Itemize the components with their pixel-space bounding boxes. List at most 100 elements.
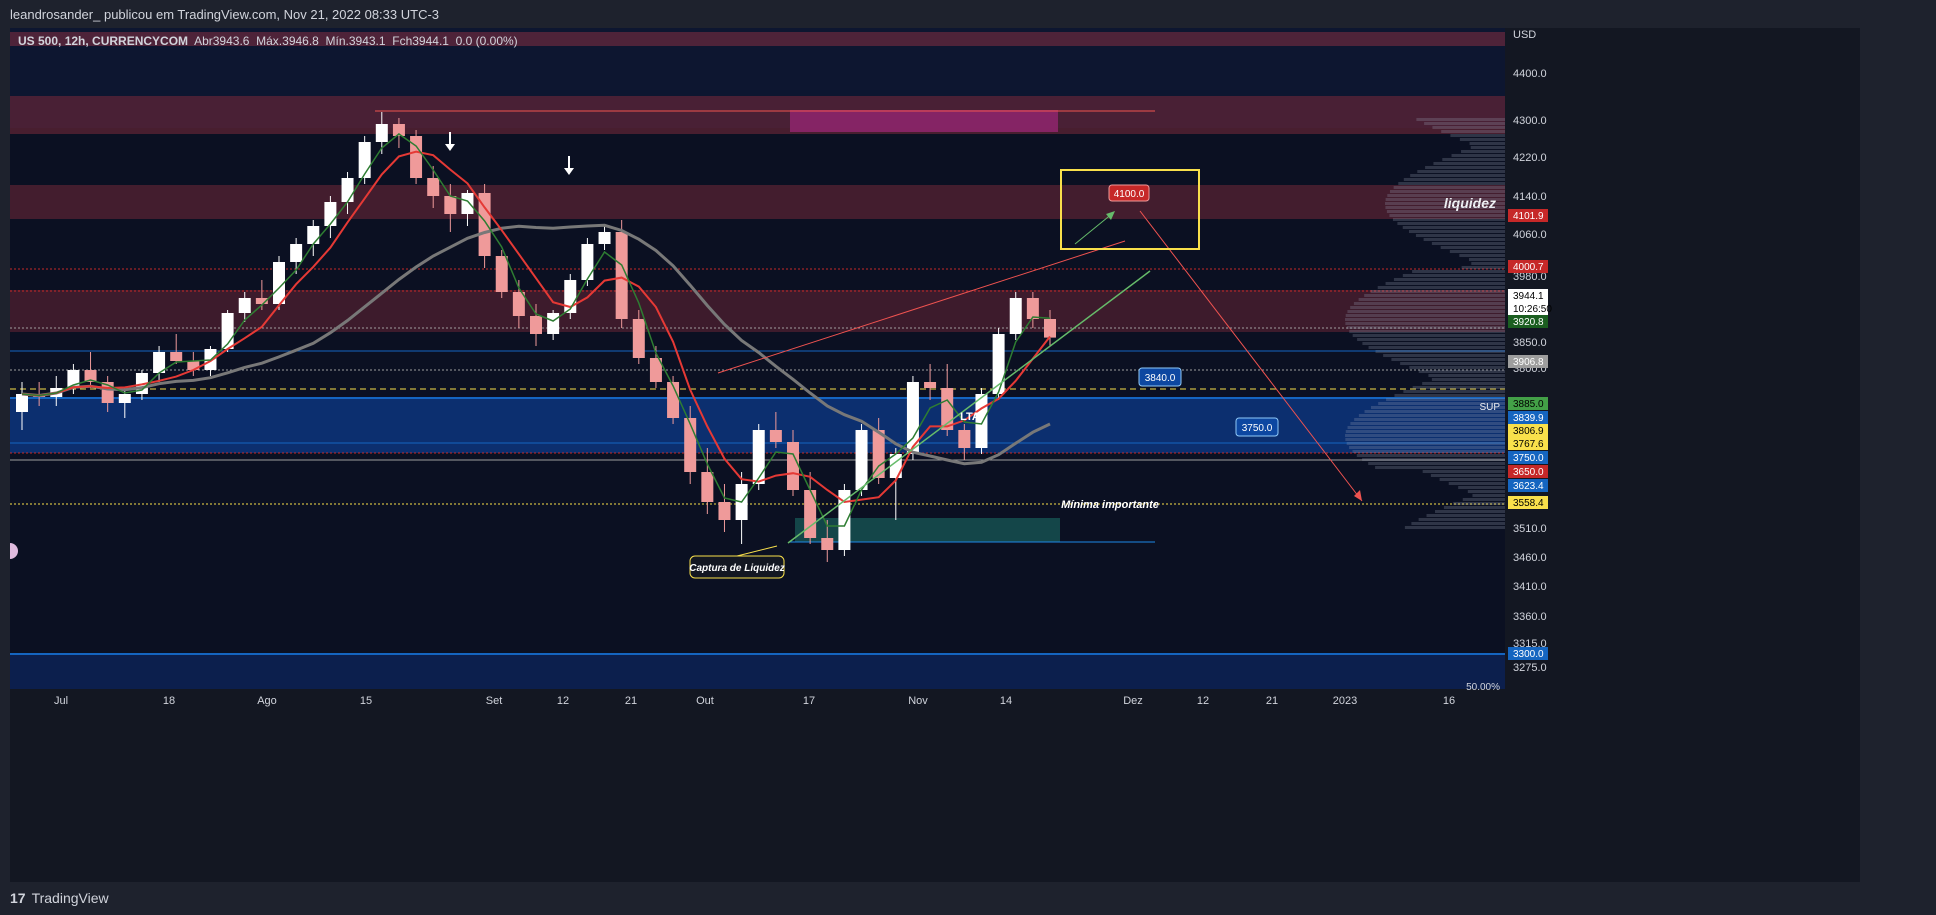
y-tick-label: 4300.0	[1513, 115, 1547, 127]
volume-profile-bar	[1345, 322, 1505, 325]
volume-profile-bar	[1362, 458, 1505, 461]
volume-profile-bar	[1352, 334, 1505, 337]
resistance-zone-4300	[10, 96, 1505, 134]
volume-profile-bar	[1347, 310, 1505, 313]
candle-body	[324, 202, 337, 226]
candle-body	[787, 442, 799, 490]
low-value: 3943.1	[348, 34, 386, 48]
price-badge-label: 3650.0	[1513, 467, 1544, 478]
volume-profile-bar	[1467, 490, 1505, 493]
tradingview-brand[interactable]: 17 TradingView	[10, 890, 109, 906]
price-badge-label: 3767.6	[1513, 439, 1544, 450]
x-tick-label: 18	[163, 695, 175, 707]
volume-profile-bar	[1356, 454, 1505, 457]
candle-body	[1009, 298, 1022, 334]
y-tick-label: 3510.0	[1513, 523, 1547, 535]
target-up-label: 4100.0	[1114, 189, 1145, 200]
footer: 17 TradingView	[0, 882, 1936, 915]
price-badge-label: 4101.9	[1513, 211, 1544, 222]
volume-profile-bar	[1402, 274, 1505, 277]
support-zone-3300	[10, 654, 1505, 689]
volume-profile-bar	[1412, 386, 1505, 389]
candle-body	[598, 232, 611, 244]
volume-profile-bar	[1458, 486, 1505, 489]
volume-profile-bar	[1461, 150, 1505, 153]
resistance-zone-4120	[10, 185, 1505, 219]
volume-profile-bar	[1398, 182, 1505, 185]
liquidity-capture-zone	[795, 518, 1060, 542]
y-tick-label: 3850.0	[1513, 337, 1547, 349]
volume-profile-bar	[1423, 238, 1505, 241]
candle-body	[821, 538, 834, 550]
currency-label: USD	[1513, 29, 1536, 41]
volume-profile-bar	[1418, 370, 1505, 373]
x-tick-label: 14	[1000, 695, 1012, 707]
y-tick-label: 3410.0	[1513, 581, 1547, 593]
important-low-label: Mínima importante	[1061, 499, 1159, 511]
candle-body	[341, 178, 354, 202]
price-badge-label: 3300.0	[1513, 649, 1544, 660]
volume-profile-bar	[1345, 434, 1505, 437]
candle-body	[547, 313, 560, 334]
volume-profile-bar	[1391, 358, 1505, 361]
time-axis-background	[10, 689, 1505, 882]
symbol-legend: US 500, 12h, CURRENCYCOM Abr3943.6 Máx.3…	[18, 34, 518, 48]
volume-profile-bar	[1422, 470, 1505, 473]
volume-profile-bar	[1461, 266, 1505, 269]
volume-profile-bar	[1400, 362, 1505, 365]
candle-body	[769, 430, 782, 442]
volume-profile-bar	[1440, 246, 1505, 249]
volume-profile-bar	[1430, 474, 1505, 477]
volume-profile-bar	[1468, 258, 1505, 261]
volume-profile-bar	[1459, 138, 1505, 141]
volume-profile-bar	[1386, 398, 1505, 401]
volume-profile-bar	[1375, 466, 1505, 469]
y-tick-label: 4220.0	[1513, 152, 1547, 164]
target-mid-label: 3840.0	[1145, 373, 1176, 384]
volume-profile-bar	[1385, 206, 1505, 209]
high-value: 3946.8	[282, 34, 319, 48]
candle-body	[718, 502, 731, 520]
price-badge-label: 3944.1	[1513, 291, 1544, 302]
candle-body	[1044, 319, 1056, 338]
volume-profile-bar	[1346, 326, 1505, 329]
volume-profile-bar	[1392, 218, 1505, 221]
chart-svg[interactable]: 4100.03840.03750.0liquidezSUPLTAMínima i…	[10, 28, 1860, 882]
candle-body	[16, 394, 28, 412]
volume-profile-bar	[1417, 170, 1505, 173]
price-badge-label: 3750.0	[1513, 453, 1544, 464]
open-value: 3943.6	[212, 34, 250, 48]
volume-profile-bar	[1434, 510, 1505, 513]
tradingview-logo-icon: 17	[10, 890, 26, 906]
symbol-name: US 500, 12h, CURRENCYCOM	[18, 34, 189, 48]
x-tick-label: 17	[803, 695, 815, 707]
price-badge-label: 3623.4	[1513, 481, 1544, 492]
volume-profile-bar	[1425, 166, 1505, 169]
high-label: Máx.	[256, 34, 283, 48]
candle-body	[358, 142, 371, 178]
price-badge-label: 4000.7	[1513, 262, 1544, 273]
volume-profile-bar	[1402, 226, 1505, 229]
volume-profile-bar	[1354, 418, 1505, 421]
publish-bar: leandrosander_ publicou em TradingView.c…	[0, 0, 1936, 28]
volume-profile-bar	[1350, 306, 1505, 309]
candle-body	[855, 430, 868, 490]
volume-profile-bar	[1397, 222, 1505, 225]
candle-body	[307, 226, 320, 244]
volume-profile-bar	[1389, 214, 1505, 217]
volume-profile-bar	[1347, 426, 1505, 429]
magenta-zone	[790, 110, 1058, 132]
volume-profile-bar	[1409, 366, 1505, 369]
candle-body	[1026, 298, 1039, 319]
volume-profile-bar	[1353, 302, 1505, 305]
x-tick-label: 12	[1197, 695, 1209, 707]
y-tick-label: 4140.0	[1513, 191, 1547, 203]
volume-profile-bar	[1404, 526, 1505, 529]
volume-profile-bar	[1393, 278, 1505, 281]
volume-profile-bar	[1472, 494, 1505, 497]
volume-profile-bar	[1345, 438, 1505, 441]
chart-area[interactable]: 4100.0 3840.0 3750.0 liquidez SUP LTA Mínima i…	[10, 28, 1860, 882]
x-tick-label: Nov	[908, 695, 928, 707]
volume-profile-bar	[1432, 126, 1505, 129]
price-badge-label: 3920.8	[1513, 317, 1544, 328]
